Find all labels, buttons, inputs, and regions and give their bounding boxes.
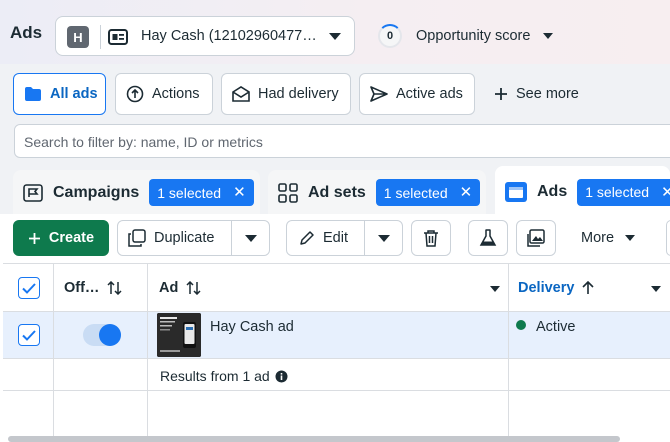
- status-dot: [516, 320, 526, 330]
- plus-icon: [494, 87, 508, 101]
- tab-label: Ads: [537, 183, 568, 200]
- column-divider: [53, 312, 54, 359]
- column-divider: [508, 312, 509, 359]
- sort-ascending-icon[interactable]: [582, 281, 595, 295]
- filter-label: See more: [516, 86, 579, 102]
- close-icon[interactable]: ✕: [661, 185, 670, 200]
- ab-test-button[interactable]: [468, 220, 508, 256]
- close-icon[interactable]: ✕: [460, 185, 473, 200]
- filter-all-ads[interactable]: All ads: [13, 73, 106, 115]
- send-icon: [370, 86, 388, 102]
- image-icon: [527, 229, 545, 247]
- edit-button[interactable]: Edit: [286, 220, 403, 256]
- select-all-checkbox[interactable]: [18, 277, 40, 299]
- badge-label: 1 selected: [383, 184, 448, 201]
- badge-label: 1 selected: [157, 184, 222, 201]
- edit-label: Edit: [323, 230, 348, 246]
- badge-label: 1 selected: [585, 184, 650, 200]
- grid-icon: [278, 182, 298, 203]
- ad-account-icon: [108, 28, 128, 46]
- filter-active-ads[interactable]: Active ads: [359, 73, 475, 115]
- info-icon[interactable]: [275, 370, 288, 383]
- selection-badge[interactable]: 1 selected ✕: [375, 179, 481, 206]
- more-button[interactable]: More: [572, 220, 644, 256]
- caret-down-icon: [624, 234, 636, 242]
- column-label: Ad: [159, 280, 179, 296]
- more-label: More: [581, 230, 615, 246]
- duplicate-icon: [128, 229, 146, 247]
- selection-badge[interactable]: 1 selected ✕: [577, 178, 670, 206]
- tab-label: Campaigns: [53, 183, 140, 201]
- column-label: Off…: [64, 280, 100, 296]
- delivery-toggle[interactable]: [83, 324, 121, 346]
- caret-down-icon[interactable]: [650, 285, 662, 293]
- column-divider: [147, 312, 148, 359]
- close-icon[interactable]: ✕: [233, 185, 246, 200]
- column-label: Delivery: [518, 280, 575, 296]
- delete-button[interactable]: [411, 220, 451, 256]
- tab-ads[interactable]: Ads 1 selected ✕: [495, 166, 670, 218]
- filter-label: All ads: [50, 86, 98, 102]
- flag-icon: [23, 183, 43, 202]
- actions-icon: [126, 85, 144, 103]
- filter-had-delivery[interactable]: Had delivery: [221, 73, 351, 115]
- filter-actions[interactable]: Actions: [115, 73, 213, 115]
- flask-icon: [479, 229, 497, 247]
- caret-down-icon[interactable]: [377, 234, 391, 243]
- folder-icon: [24, 86, 42, 102]
- ad-name[interactable]: Hay Cash ad: [210, 319, 294, 335]
- caret-down-icon: [328, 32, 342, 41]
- delivery-status: Active: [536, 319, 576, 335]
- filter-label: Actions: [152, 86, 200, 102]
- ad-thumbnail[interactable]: [157, 313, 201, 357]
- tab-campaigns[interactable]: Campaigns 1 selected ✕: [13, 170, 260, 215]
- creative-preview-button[interactable]: [516, 220, 556, 256]
- create-button[interactable]: Create: [13, 220, 109, 256]
- divider: [100, 25, 101, 49]
- column-header-ad[interactable]: Ad: [159, 280, 201, 296]
- see-more-button[interactable]: See more: [483, 73, 593, 115]
- filter-label: Active ads: [396, 86, 463, 102]
- plus-icon: [28, 232, 41, 245]
- search-input[interactable]: Search to filter by: name, ID or metrics: [14, 124, 670, 158]
- duplicate-label: Duplicate: [154, 230, 215, 246]
- account-avatar: H: [67, 26, 89, 48]
- tab-ad-sets[interactable]: Ad sets 1 selected ✕: [268, 170, 486, 215]
- caret-down-icon[interactable]: [244, 234, 258, 243]
- tab-label: Ad sets: [308, 183, 366, 201]
- trash-icon: [423, 229, 439, 247]
- toggle-knob: [99, 324, 121, 346]
- duplicate-button[interactable]: Duplicate: [117, 220, 270, 256]
- toolbar-overflow-button[interactable]: [666, 220, 670, 256]
- create-label: Create: [48, 230, 95, 246]
- pencil-icon: [299, 230, 315, 246]
- ad-icon: [505, 182, 527, 202]
- page-title: Ads: [10, 23, 43, 42]
- horizontal-scrollbar[interactable]: [8, 436, 620, 442]
- account-name: Hay Cash (12102960477…: [141, 28, 317, 44]
- caret-down-icon[interactable]: [489, 285, 501, 293]
- results-summary: Results from 1 ad: [160, 368, 288, 384]
- sort-icon[interactable]: [186, 281, 201, 296]
- row-divider: [3, 390, 670, 391]
- opportunity-score-label[interactable]: Opportunity score: [416, 28, 530, 44]
- envelope-icon: [232, 86, 250, 102]
- account-selector[interactable]: H Hay Cash (12102960477…: [55, 16, 355, 56]
- results-summary-text: Results from 1 ad: [160, 368, 270, 384]
- selection-badge[interactable]: 1 selected ✕: [149, 179, 254, 206]
- row-checkbox[interactable]: [18, 324, 40, 346]
- opportunity-score-badge[interactable]: 0: [378, 24, 402, 48]
- caret-down-icon[interactable]: [542, 32, 554, 40]
- filter-label: Had delivery: [258, 86, 339, 102]
- column-header-off-on[interactable]: Off…: [64, 280, 122, 296]
- sort-icon[interactable]: [107, 281, 122, 296]
- column-header-delivery[interactable]: Delivery: [518, 280, 595, 296]
